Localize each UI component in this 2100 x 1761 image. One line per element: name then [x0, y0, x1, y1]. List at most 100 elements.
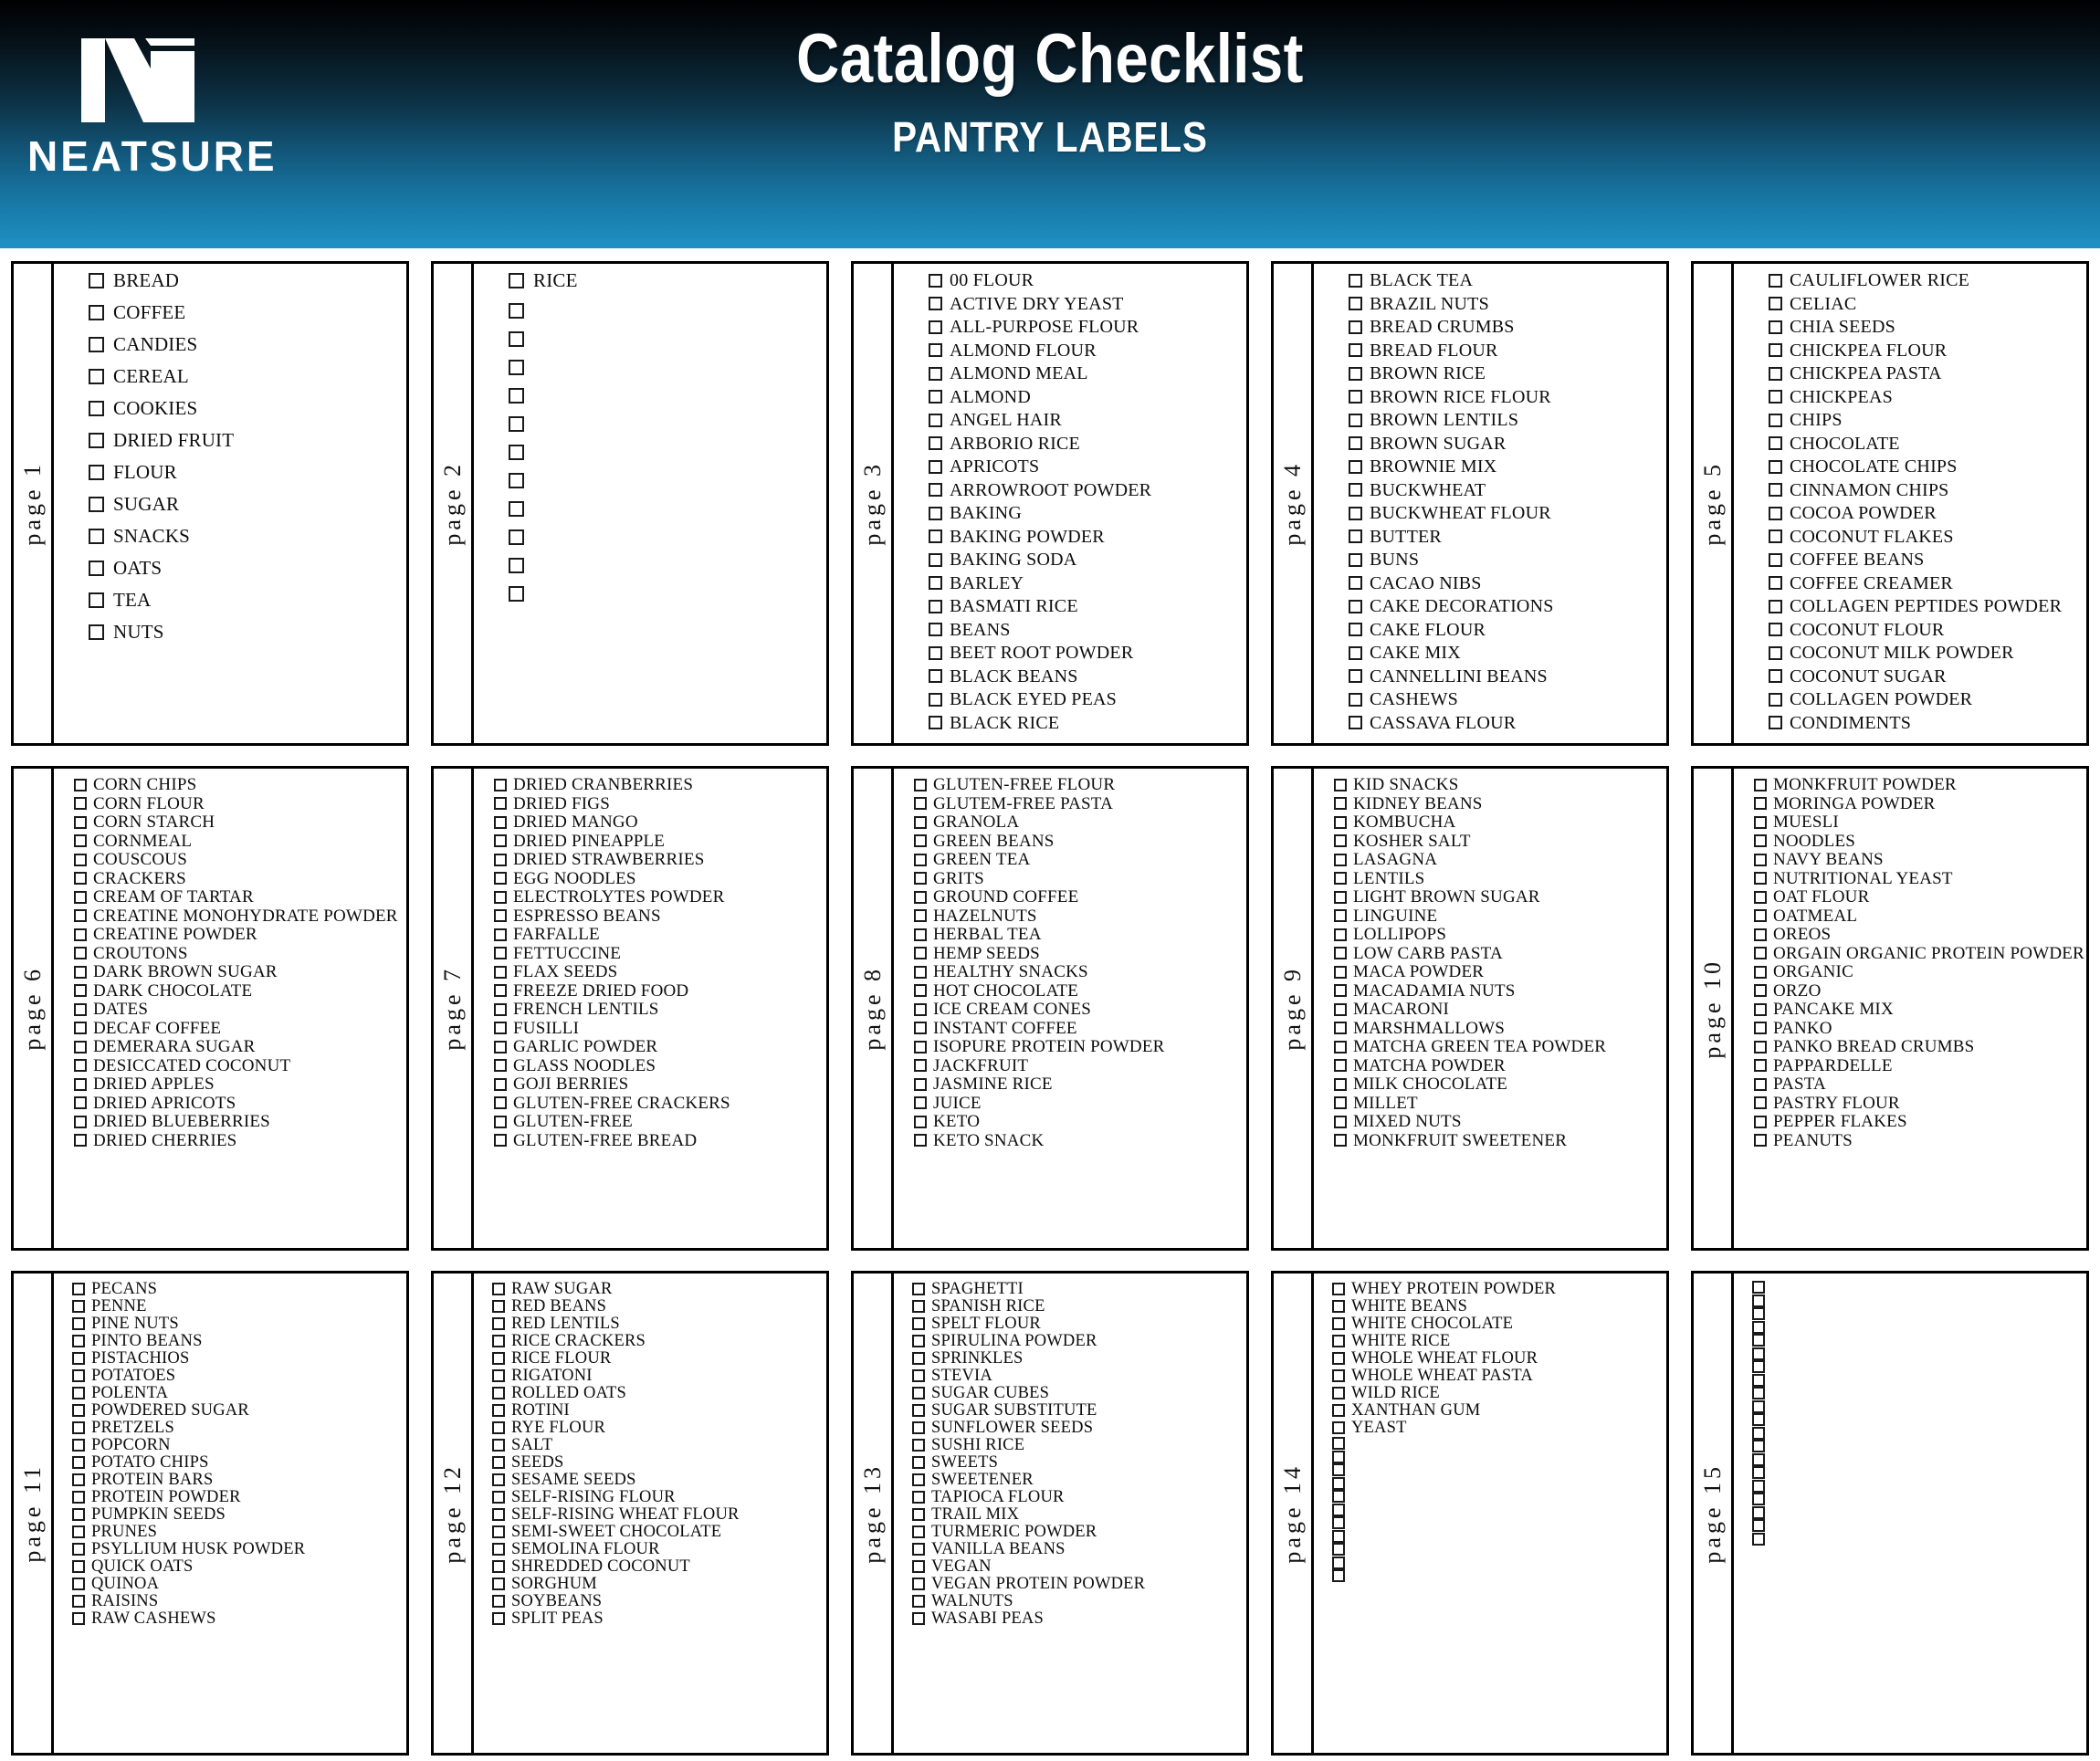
checkbox-icon[interactable] — [1769, 623, 1782, 636]
checklist-item[interactable]: GROUND COFFEE — [914, 888, 1241, 906]
checkbox-icon[interactable] — [509, 445, 524, 460]
checklist-item[interactable]: BAKING — [929, 504, 1241, 522]
checklist-item[interactable]: PENNE — [72, 1298, 401, 1316]
checkbox-icon[interactable] — [72, 1508, 85, 1522]
checklist-item[interactable]: SUSHI RICE — [912, 1437, 1241, 1454]
checklist-item[interactable]: GREEN TEA — [914, 851, 1241, 868]
checkbox-icon[interactable] — [1754, 909, 1767, 922]
checklist-item[interactable] — [1752, 1426, 2081, 1440]
checklist-item[interactable]: VEGAN PROTEIN POWDER — [912, 1576, 1241, 1593]
checklist-item[interactable]: BAKING SODA — [929, 550, 1241, 569]
checklist-item[interactable] — [1332, 1476, 1661, 1490]
checkbox-icon[interactable] — [494, 947, 507, 959]
checklist-item[interactable]: DEMERARA SUGAR — [74, 1038, 401, 1055]
checkbox-icon[interactable] — [929, 599, 942, 613]
checkbox-icon[interactable] — [914, 909, 927, 922]
checkbox-icon[interactable] — [72, 1300, 85, 1314]
checklist-item[interactable]: MONKFRUIT POWDER — [1754, 776, 2081, 793]
checklist-item[interactable]: GRITS — [914, 870, 1241, 887]
checklist-item[interactable] — [509, 360, 821, 375]
checklist-item[interactable]: RIGATONI — [492, 1368, 821, 1385]
checkbox-icon[interactable] — [1332, 1437, 1345, 1450]
checklist-item[interactable]: WHITE RICE — [1332, 1333, 1661, 1350]
checkbox-icon[interactable] — [89, 369, 104, 384]
checklist-item[interactable]: APRICOTS — [929, 457, 1241, 476]
checkbox-icon[interactable] — [74, 1059, 87, 1072]
checkbox-icon[interactable] — [509, 586, 524, 602]
checklist-item[interactable]: HEALTHY SNACKS — [914, 963, 1241, 980]
checklist-item[interactable]: DRIED APPLES — [74, 1075, 401, 1093]
checkbox-icon[interactable] — [914, 815, 927, 829]
checkbox-icon[interactable] — [494, 890, 507, 904]
checklist-item[interactable]: MILK CHOCOLATE — [1334, 1075, 1661, 1093]
checkbox-icon[interactable] — [494, 1022, 507, 1034]
checkbox-icon[interactable] — [72, 1525, 85, 1539]
checkbox-icon[interactable] — [1349, 716, 1362, 729]
checkbox-icon[interactable] — [912, 1335, 925, 1348]
checklist-item[interactable]: JACKFRUIT — [914, 1057, 1241, 1074]
checklist-item[interactable]: PANKO — [1754, 1020, 2081, 1037]
checklist-item[interactable]: ELECTROLYTES POWDER — [494, 888, 821, 906]
checkbox-icon[interactable] — [1332, 1503, 1345, 1516]
checkbox-icon[interactable] — [929, 645, 942, 660]
checkbox-icon[interactable] — [914, 1077, 927, 1091]
checkbox-icon[interactable] — [1752, 1426, 1765, 1440]
checkbox-icon[interactable] — [74, 1022, 87, 1034]
checklist-item[interactable]: BARLEY — [929, 574, 1241, 592]
checklist-item[interactable]: GARLIC POWDER — [494, 1038, 821, 1055]
checklist-item[interactable] — [1332, 1490, 1661, 1503]
checklist-item[interactable]: RYE FLOUR — [492, 1420, 821, 1437]
checklist-item[interactable] — [1332, 1569, 1661, 1582]
checkbox-icon[interactable] — [1334, 909, 1347, 922]
checkbox-icon[interactable] — [1334, 965, 1347, 979]
checklist-item[interactable]: CAULIFLOWER RICE — [1769, 271, 2081, 289]
checklist-item[interactable]: TURMERIC POWDER — [912, 1524, 1241, 1541]
checklist-item[interactable]: WHOLE WHEAT PASTA — [1332, 1368, 1661, 1385]
checklist-item[interactable]: MARSHMALLOWS — [1334, 1020, 1661, 1037]
checklist-item[interactable] — [1332, 1529, 1661, 1543]
checkbox-icon[interactable] — [1349, 320, 1362, 334]
checkbox-icon[interactable] — [1334, 778, 1347, 791]
checklist-item[interactable]: MUESLI — [1754, 813, 2081, 831]
checklist-item[interactable]: SPAGHETTI — [912, 1281, 1241, 1298]
checklist-item[interactable]: PROTEIN BARS — [72, 1472, 401, 1489]
checkbox-icon[interactable] — [1754, 890, 1767, 904]
checklist-item[interactable]: PRUNES — [72, 1524, 401, 1541]
checklist-item[interactable]: BREAD FLOUR — [1349, 341, 1661, 360]
checklist-item[interactable]: COCOA POWDER — [1769, 504, 2081, 522]
checklist-item[interactable]: COUSCOUS — [74, 851, 401, 868]
checkbox-icon[interactable] — [929, 576, 942, 590]
checkbox-icon[interactable] — [492, 1335, 505, 1348]
checkbox-icon[interactable] — [72, 1595, 85, 1609]
checklist-item[interactable]: ARBORIO RICE — [929, 435, 1241, 453]
checklist-item[interactable]: GLUTEN-FREE FLOUR — [914, 776, 1241, 793]
checkbox-icon[interactable] — [914, 1002, 927, 1016]
checklist-item[interactable]: GLUTEN-FREE CRACKERS — [494, 1095, 821, 1112]
checkbox-icon[interactable] — [509, 473, 524, 488]
checkbox-icon[interactable] — [74, 947, 87, 959]
checkbox-icon[interactable] — [1769, 413, 1782, 427]
checklist-item[interactable]: MILLET — [1334, 1095, 1661, 1112]
checklist-item[interactable]: WALNUTS — [912, 1593, 1241, 1610]
checklist-item[interactable] — [1752, 1320, 2081, 1334]
checkbox-icon[interactable] — [912, 1473, 925, 1487]
checkbox-icon[interactable] — [492, 1560, 505, 1574]
checkbox-icon[interactable] — [914, 984, 927, 997]
checklist-item[interactable]: CAKE FLOUR — [1349, 621, 1661, 639]
checklist-item[interactable]: KETO SNACK — [914, 1132, 1241, 1149]
checkbox-icon[interactable] — [1769, 599, 1782, 613]
checkbox-icon[interactable] — [1754, 872, 1767, 885]
checkbox-icon[interactable] — [1752, 1505, 1765, 1519]
checklist-item[interactable]: ALMOND — [929, 388, 1241, 406]
checkbox-icon[interactable] — [1769, 716, 1782, 729]
checklist-item[interactable]: PISTACHIOS — [72, 1350, 401, 1368]
checklist-item[interactable]: YEAST — [1332, 1420, 1661, 1437]
checkbox-icon[interactable] — [492, 1508, 505, 1522]
checkbox-icon[interactable] — [72, 1456, 85, 1470]
checklist-item[interactable]: COLLAGEN PEPTIDES POWDER — [1769, 597, 2081, 615]
checklist-item[interactable]: BUNS — [1349, 550, 1661, 569]
checklist-item[interactable]: CACAO NIBS — [1349, 574, 1661, 592]
checklist-item[interactable]: RED BEANS — [492, 1298, 821, 1316]
checklist-item[interactable] — [1752, 1347, 2081, 1360]
checkbox-icon[interactable] — [492, 1300, 505, 1314]
